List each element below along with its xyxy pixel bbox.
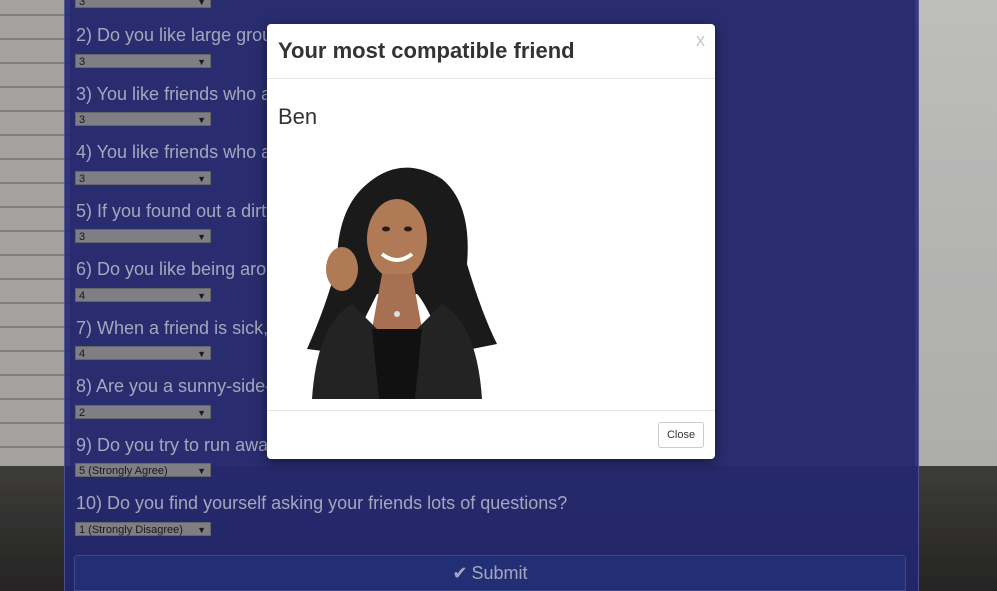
friend-name: Ben	[278, 104, 318, 129]
modal-title: Your most compatible friend	[278, 38, 575, 63]
friend-photo	[297, 154, 507, 399]
close-button[interactable]: Close	[658, 422, 704, 448]
close-icon[interactable]: x	[696, 30, 705, 51]
compatible-friend-modal: Your most compatible friend x Ben Close	[267, 24, 715, 459]
modal-footer: Close	[267, 410, 715, 460]
modal-header: Your most compatible friend x	[267, 24, 715, 79]
